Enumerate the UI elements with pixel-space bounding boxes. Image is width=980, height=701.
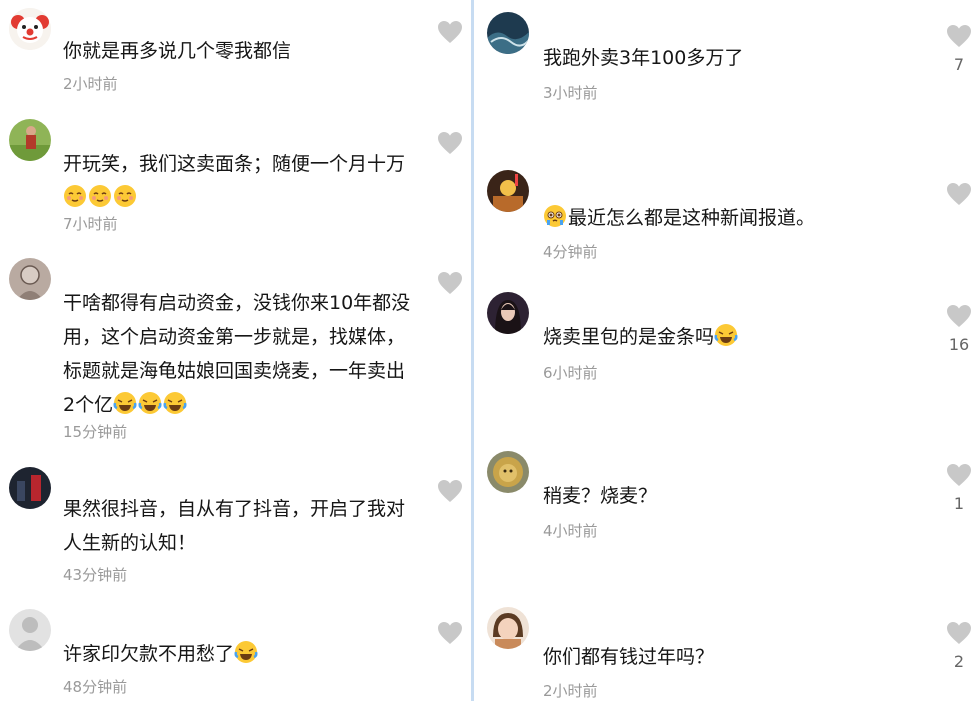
comment-text: 开玩笑，我们这卖面条；随便一个月十万 bbox=[63, 147, 405, 215]
comment-time: 6小时前 bbox=[543, 364, 598, 382]
lion-avatar[interactable] bbox=[487, 451, 529, 493]
comment-time: 3小时前 bbox=[543, 84, 598, 102]
ocean-avatar[interactable] bbox=[487, 12, 529, 54]
heart-icon[interactable] bbox=[946, 24, 972, 48]
comment-time: 48分钟前 bbox=[63, 678, 128, 696]
laugh-cry-emoji-icon bbox=[138, 392, 162, 414]
field-avatar[interactable] bbox=[9, 119, 51, 161]
emoji-row bbox=[63, 185, 138, 209]
default-avatar[interactable] bbox=[9, 609, 51, 651]
comment-time: 2小时前 bbox=[543, 682, 598, 700]
laugh-cry-emoji-icon bbox=[163, 392, 187, 414]
heart-icon[interactable] bbox=[437, 621, 463, 645]
heart-icon[interactable] bbox=[946, 463, 972, 487]
sketch-avatar[interactable] bbox=[9, 258, 51, 300]
like-count: 16 bbox=[948, 335, 970, 354]
child-avatar[interactable] bbox=[487, 607, 529, 649]
comment-line: 稍麦？烧麦？ bbox=[543, 485, 658, 507]
comment-line: 果然很抖音，自从有了抖音，开启了我对 bbox=[63, 498, 406, 520]
comment-line: 2个亿 bbox=[63, 394, 114, 416]
blush-emoji-icon bbox=[89, 185, 111, 207]
comment-time: 2小时前 bbox=[63, 75, 118, 93]
comment-text: 你就是再多说几个零我都信 bbox=[63, 34, 291, 68]
comment-line: 烧卖里包的是金条吗 bbox=[543, 326, 715, 348]
comment-text: 最近怎么都是这种新闻报道。 bbox=[543, 201, 815, 235]
column-divider bbox=[471, 0, 474, 701]
comment-text: 稍麦？烧麦？ bbox=[543, 479, 657, 513]
comment-line: 你们都有钱过年吗？ bbox=[543, 646, 715, 668]
heart-icon[interactable] bbox=[946, 621, 972, 645]
comment-time: 43分钟前 bbox=[63, 566, 128, 584]
comment-line: 你就是再多说几个零我都信 bbox=[63, 40, 292, 62]
comment-text: 干啥都得有启动资金，没钱你来10年都没 用，这个启动资金第一步就是，找媒体， 标… bbox=[63, 286, 410, 422]
heart-icon[interactable] bbox=[946, 304, 972, 328]
comment-time: 15分钟前 bbox=[63, 423, 128, 441]
laugh-cry-emoji-icon bbox=[113, 392, 137, 414]
comment-text: 果然很抖音，自从有了抖音，开启了我对 人生新的认知！ bbox=[63, 492, 405, 560]
comment-line: 最近怎么都是这种新闻报道。 bbox=[568, 207, 816, 229]
dark-avatar[interactable] bbox=[9, 467, 51, 509]
comment-line: 开玩笑，我们这卖面条；随便一个月十万 bbox=[63, 153, 406, 175]
comment-text: 你们都有钱过年吗？ bbox=[543, 640, 714, 674]
comment-line: 干啥都得有启动资金，没钱你来10年都没 bbox=[63, 292, 411, 314]
girl-avatar[interactable] bbox=[487, 292, 529, 334]
like-count: 7 bbox=[953, 55, 965, 74]
laugh-cry-emoji-icon bbox=[714, 324, 738, 346]
comment-line: 标题就是海龟姑娘回国卖烧麦，一年卖出 bbox=[63, 360, 406, 382]
comment-line: 人生新的认知！ bbox=[63, 532, 197, 554]
heart-icon[interactable] bbox=[437, 20, 463, 44]
heart-icon[interactable] bbox=[946, 182, 972, 206]
pleading-emoji-icon bbox=[544, 205, 566, 227]
blush-emoji-icon bbox=[114, 185, 136, 207]
comment-time: 7小时前 bbox=[63, 215, 118, 233]
heart-icon[interactable] bbox=[437, 271, 463, 295]
comment-line: 用，这个启动资金第一步就是，找媒体， bbox=[63, 326, 406, 348]
comment-line: 我跑外卖3年100多万了 bbox=[543, 47, 744, 69]
comment-line: 许家印欠款不用愁了 bbox=[63, 643, 235, 665]
comment-text: 烧卖里包的是金条吗 bbox=[543, 320, 739, 354]
heart-icon[interactable] bbox=[437, 479, 463, 503]
clown-avatar[interactable] bbox=[9, 8, 51, 50]
like-count: 1 bbox=[953, 494, 965, 513]
blush-emoji-icon bbox=[64, 185, 86, 207]
comment-text: 我跑外卖3年100多万了 bbox=[543, 41, 743, 75]
like-count: 2 bbox=[953, 652, 965, 671]
comment-time: 4分钟前 bbox=[543, 243, 598, 261]
comment-text: 许家印欠款不用愁了 bbox=[63, 637, 259, 671]
heart-icon[interactable] bbox=[437, 131, 463, 155]
comment-time: 4小时前 bbox=[543, 522, 598, 540]
laugh-cry-emoji-icon bbox=[234, 641, 258, 663]
pudding-avatar[interactable] bbox=[487, 170, 529, 212]
